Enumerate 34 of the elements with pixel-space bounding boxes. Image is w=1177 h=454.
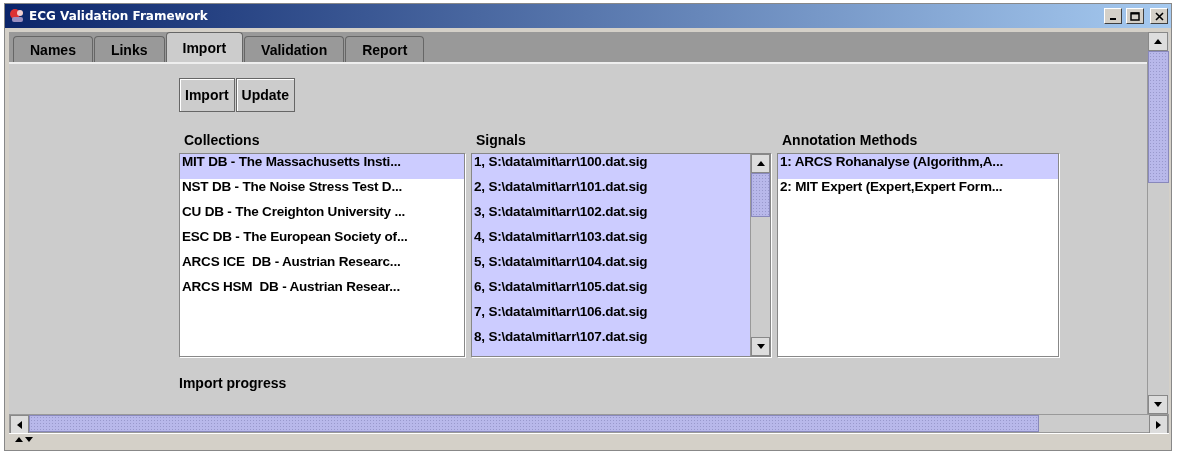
scroll-up-icon (1154, 39, 1162, 44)
tab[interactable]: Import (165, 32, 244, 62)
update-button[interactable]: Update (235, 78, 295, 112)
horizontal-scrollbar[interactable] (9, 414, 1169, 433)
tab[interactable]: Report (345, 36, 425, 62)
scroll-thumb[interactable] (1148, 51, 1169, 183)
scroll-up-icon (756, 161, 765, 166)
import-button[interactable]: Import (179, 78, 235, 112)
progress-label: Import progress (179, 375, 288, 391)
list-item[interactable]: 1: ARCS Rohanalyse (Algorithm,A... (778, 154, 1058, 179)
list-title: Collections (183, 132, 261, 150)
close-icon (1154, 11, 1164, 21)
tab[interactable]: Names (13, 36, 93, 62)
minimize-button[interactable] (1104, 8, 1122, 24)
close-button[interactable] (1150, 8, 1168, 24)
list-item[interactable]: MIT DB - The Massachusetts Insti... (180, 154, 464, 179)
window-title: ECG Validation Framework (29, 9, 209, 23)
collapse-down-icon (25, 437, 33, 442)
list-title: Signals (475, 132, 527, 150)
scroll-thumb[interactable] (29, 415, 1039, 432)
vertical-scrollbar[interactable] (1147, 32, 1169, 414)
scroll-right-icon (1156, 420, 1161, 429)
vertical-scrollbar[interactable] (750, 154, 770, 356)
app-logo-icon (9, 8, 25, 24)
maximize-button[interactable] (1126, 8, 1144, 24)
list-title: Annotation Methods (781, 132, 919, 150)
scroll-thumb[interactable] (751, 173, 770, 217)
scroll-down-icon (756, 344, 765, 349)
tab[interactable]: Validation (244, 36, 345, 62)
scroll-down-icon (1154, 402, 1162, 407)
maximize-icon (1130, 11, 1140, 21)
scroll-left-icon (17, 420, 22, 429)
tab[interactable]: Links (93, 36, 165, 62)
expand-up-icon (15, 437, 23, 442)
